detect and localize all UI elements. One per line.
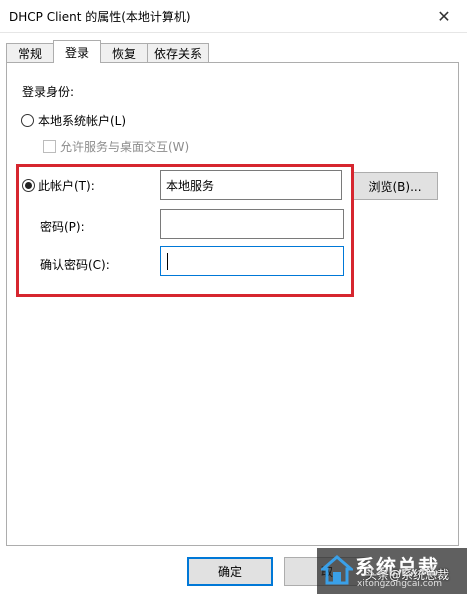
tab-logon[interactable]: 登录 [53, 40, 101, 63]
house-logo-icon [321, 555, 353, 585]
confirm-password-label: 确认密码(C): [40, 258, 110, 272]
this-account-radio[interactable] [22, 179, 35, 192]
password-input[interactable] [160, 209, 344, 239]
tab-dependencies[interactable]: 依存关系 [147, 43, 209, 63]
title-bar: DHCP Client 的属性(本地计算机) ✕ [0, 0, 467, 33]
tab-panel-logon [6, 62, 459, 546]
watermark-sub: xitongzongcai.com [357, 579, 442, 589]
close-icon: ✕ [437, 6, 451, 26]
tab-general[interactable]: 常规 [6, 43, 54, 63]
close-button[interactable]: ✕ [421, 0, 467, 32]
account-input[interactable] [160, 170, 342, 200]
local-system-radio[interactable] [21, 114, 34, 127]
window-title: DHCP Client 的属性(本地计算机) [9, 10, 191, 24]
logon-as-label: 登录身份: [22, 85, 75, 99]
this-account-label: 此帐户(T): [38, 179, 95, 193]
text-caret [167, 253, 168, 270]
password-label: 密码(P): [40, 220, 85, 234]
tab-bar: 常规 登录 恢复 依存关系 [0, 40, 467, 63]
browse-button[interactable]: 浏览(B)... [352, 172, 438, 200]
watermark: 系统总裁 头条@系统总裁 xitongzongcai.com [317, 548, 467, 594]
desktop-interact-label: 允许服务与桌面交互(W) [60, 140, 190, 154]
tab-recovery[interactable]: 恢复 [100, 43, 148, 63]
confirm-password-input[interactable] [160, 246, 344, 276]
desktop-interact-checkbox[interactable] [43, 140, 56, 153]
local-system-label: 本地系统帐户(L) [38, 114, 127, 128]
ok-button[interactable]: 确定 [187, 557, 273, 586]
